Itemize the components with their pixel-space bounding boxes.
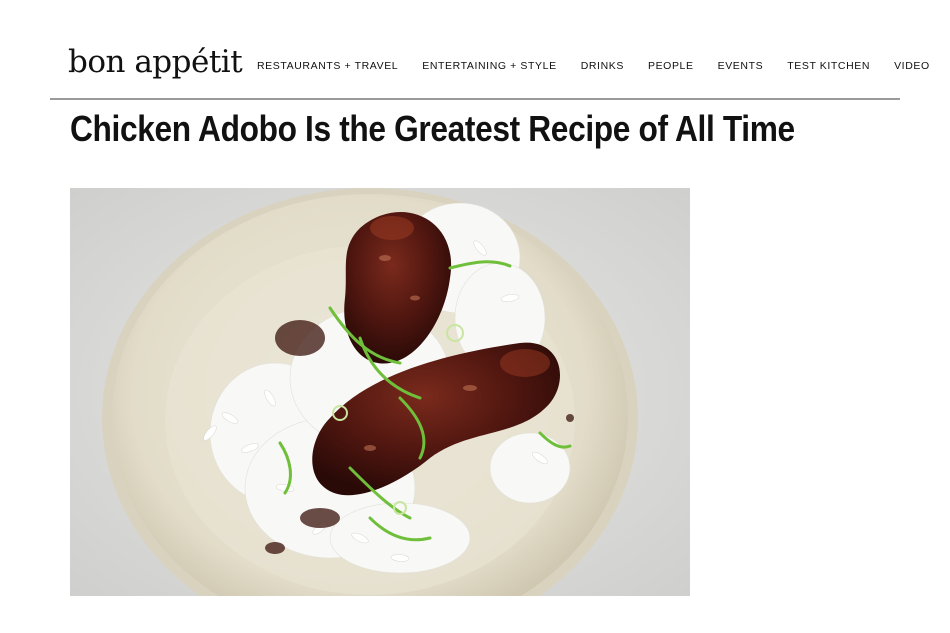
nav-drinks[interactable]: DRINKS xyxy=(581,60,624,72)
nav-people[interactable]: PEOPLE xyxy=(648,60,694,72)
nav-entertaining-style[interactable]: ENTERTAINING + STYLE xyxy=(422,60,556,72)
nav-video[interactable]: VIDEO xyxy=(894,60,930,72)
site-header: bon appétit RESTAURANTS + TRAVEL ENTERTAI… xyxy=(50,38,929,100)
main-nav: RESTAURANTS + TRAVEL ENTERTAINING + STYLE… xyxy=(257,60,950,72)
nav-events[interactable]: EVENTS xyxy=(718,60,764,72)
hero-image xyxy=(70,188,690,596)
chicken-adobo-photo xyxy=(70,188,690,596)
nav-restaurants-travel[interactable]: RESTAURANTS + TRAVEL xyxy=(257,60,398,72)
article-title: Chicken Adobo Is the Greatest Recipe of … xyxy=(70,108,795,149)
nav-test-kitchen[interactable]: TEST KITCHEN xyxy=(787,60,870,72)
site-logo[interactable]: bon appétit xyxy=(68,44,243,80)
